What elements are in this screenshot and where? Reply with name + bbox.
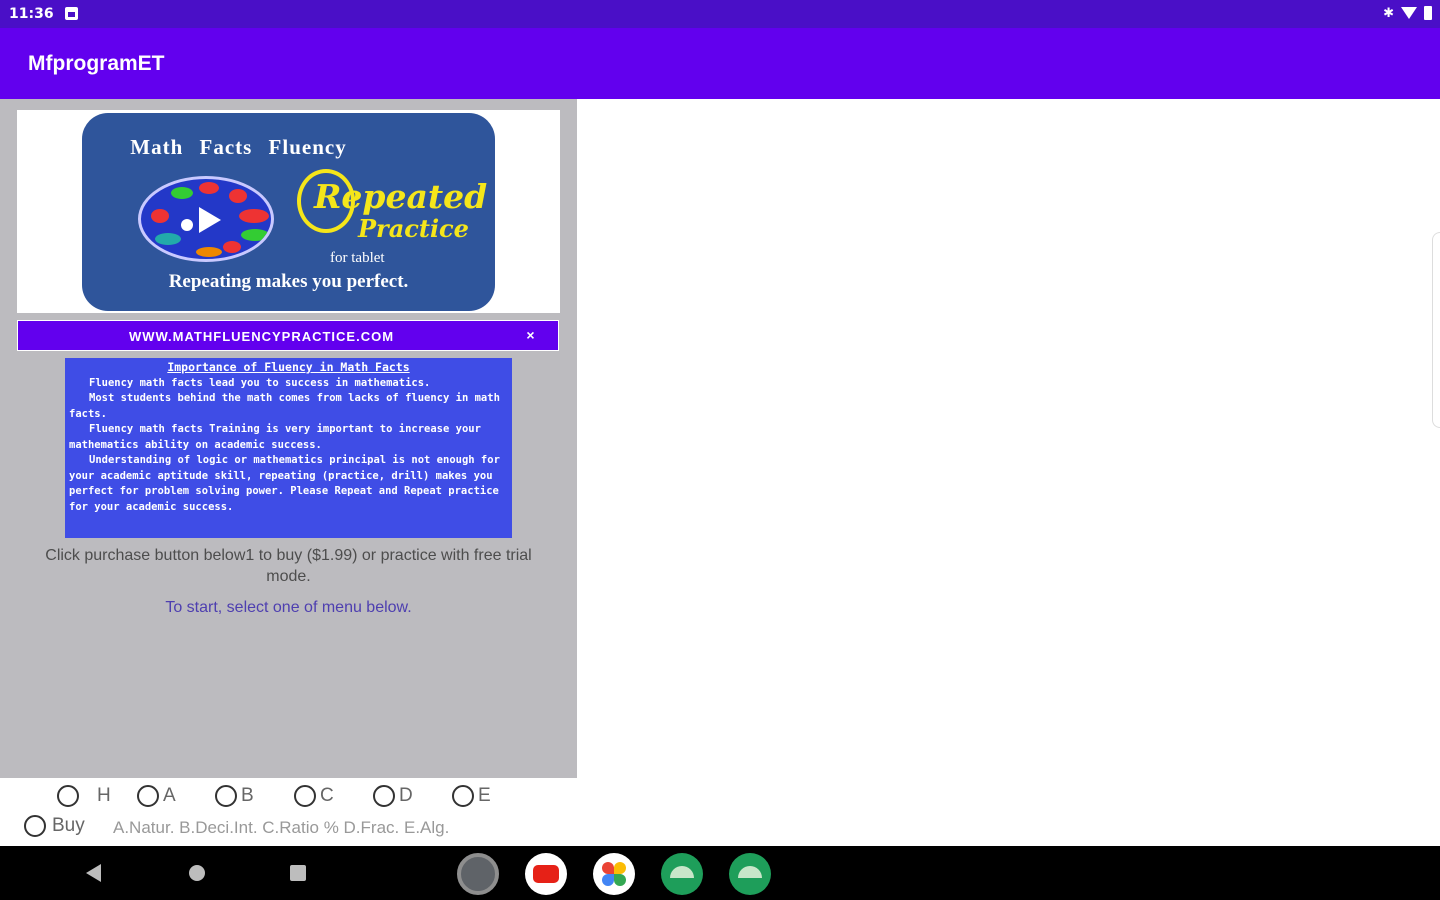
radio-circle[interactable]: [373, 785, 395, 807]
radio-c[interactable]: C: [294, 785, 334, 807]
bluetooth-icon: ✱: [1383, 5, 1394, 20]
info-title: Importance of Fluency in Math Facts: [167, 360, 410, 374]
radio-label: E: [478, 785, 491, 806]
info-paragraph: Most students behind the math comes from…: [69, 392, 500, 420]
menu-sublabels: A.Natur. B.Deci.Int. C.Ratio % D.Frac. E…: [113, 818, 450, 837]
app-bar: MfprogramET: [0, 28, 1440, 99]
purchase-text: Click purchase button below1 to buy ($1.…: [45, 547, 532, 585]
back-icon[interactable]: [86, 864, 101, 882]
ad-banner[interactable]: WWW.MATHFLUENCYPRACTICE.COM ×: [17, 320, 559, 351]
info-paragraph: Understanding of logic or mathematics pr…: [69, 454, 500, 513]
main-panel: Math Facts Fluency Repeated Practice for…: [0, 99, 577, 778]
radio-circle[interactable]: [57, 785, 79, 807]
status-icons: ✱: [1383, 5, 1432, 21]
logo-subtitle: for tablet: [330, 250, 385, 266]
radio-label: B: [241, 785, 254, 806]
radio-d[interactable]: D: [373, 785, 413, 807]
edge-panel-handle[interactable]: [1432, 232, 1440, 428]
radio-circle[interactable]: [215, 785, 237, 807]
radio-circle[interactable]: [137, 785, 159, 807]
android-app-icon[interactable]: [729, 853, 771, 895]
photos-icon[interactable]: [593, 853, 635, 895]
start-instruction: To start, select one of menu below.: [165, 599, 412, 616]
status-bar: 11:36 ✱: [0, 0, 1440, 28]
logo-title: Math Facts Fluency: [130, 135, 347, 159]
ad-close-button[interactable]: ×: [503, 321, 558, 350]
notification-icon: [65, 7, 78, 20]
radio-label: H: [97, 785, 111, 806]
radio-h[interactable]: H: [57, 785, 111, 807]
menu-radio-group: H A B C D E Buy A.Natur. B.Deci.Int. C.R…: [0, 778, 577, 846]
math-wheel-icon: [138, 176, 274, 262]
logo-brand-line1: Repeated: [314, 177, 488, 216]
info-box: Importance of Fluency in Math Facts Flue…: [65, 358, 512, 538]
radio-buy[interactable]: Buy: [24, 815, 85, 837]
radio-label: Buy: [52, 815, 85, 836]
youtube-icon[interactable]: [525, 853, 567, 895]
recents-icon[interactable]: [290, 865, 306, 881]
logo-banner: Math Facts Fluency Repeated Practice for…: [17, 110, 560, 313]
home-icon[interactable]: [189, 865, 205, 881]
radio-circle[interactable]: [452, 785, 474, 807]
status-time: 11:36: [9, 6, 54, 22]
logo-tagline: Repeating makes you perfect.: [168, 271, 409, 292]
settings-icon[interactable]: [457, 853, 499, 895]
play-icon: [199, 207, 221, 233]
ad-url[interactable]: WWW.MATHFLUENCYPRACTICE.COM: [18, 329, 505, 344]
radio-a[interactable]: A: [137, 785, 176, 807]
app-logo: Math Facts Fluency Repeated Practice for…: [82, 113, 495, 311]
radio-label: A: [163, 785, 176, 806]
radio-label: C: [320, 785, 334, 806]
navigation-bar: [0, 846, 1440, 900]
app-title: MfprogramET: [28, 52, 165, 75]
battery-icon: [1424, 6, 1432, 20]
info-paragraph: Fluency math facts Training is very impo…: [69, 423, 481, 451]
radio-b[interactable]: B: [215, 785, 254, 807]
info-paragraph: Fluency math facts lead you to success i…: [89, 376, 431, 389]
radio-label: D: [399, 785, 413, 806]
radio-circle[interactable]: [294, 785, 316, 807]
radio-e[interactable]: E: [452, 785, 491, 807]
wifi-icon: [1401, 7, 1417, 19]
logo-brand-line2: Practice: [358, 214, 469, 243]
radio-circle[interactable]: [24, 815, 46, 837]
android-app-icon[interactable]: [661, 853, 703, 895]
